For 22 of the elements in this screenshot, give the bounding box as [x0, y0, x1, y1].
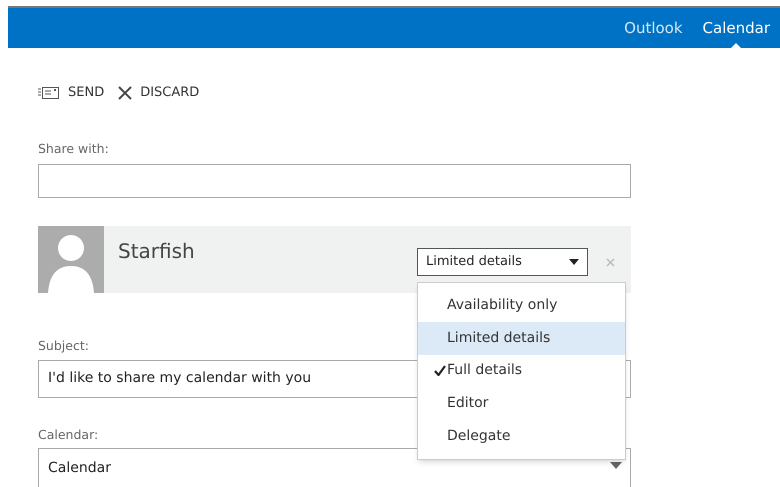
menu-item[interactable]: Availability only	[418, 289, 625, 322]
field-label: Calendar:	[38, 426, 98, 444]
caret-icon	[610, 462, 622, 470]
remove-icon[interactable]	[606, 258, 615, 267]
nav-link[interactable]: Outlook	[614, 8, 693, 48]
recipient-name: Starfish	[118, 238, 195, 265]
menu-item[interactable]: Full details	[418, 354, 625, 388]
discard-button[interactable]: DISCARD	[118, 83, 200, 103]
menu-item[interactable]: Limited details	[418, 322, 625, 355]
menu-item[interactable]: Editor	[418, 387, 625, 420]
nav-link[interactable]: Calendar	[692, 8, 780, 48]
field-label: Share with:	[38, 140, 110, 158]
share-with-field[interactable]	[38, 164, 631, 198]
caret-icon	[569, 258, 579, 265]
checkmark-icon	[434, 365, 446, 376]
avatar-icon	[38, 226, 104, 293]
menu-item[interactable]: Delegate	[418, 420, 625, 453]
send-button[interactable]: SEND	[38, 83, 104, 103]
send-icon	[38, 87, 60, 99]
close-icon	[118, 86, 132, 100]
field-label: Subject:	[38, 336, 89, 355]
permission-dropdown[interactable]: Limited details	[417, 248, 588, 276]
